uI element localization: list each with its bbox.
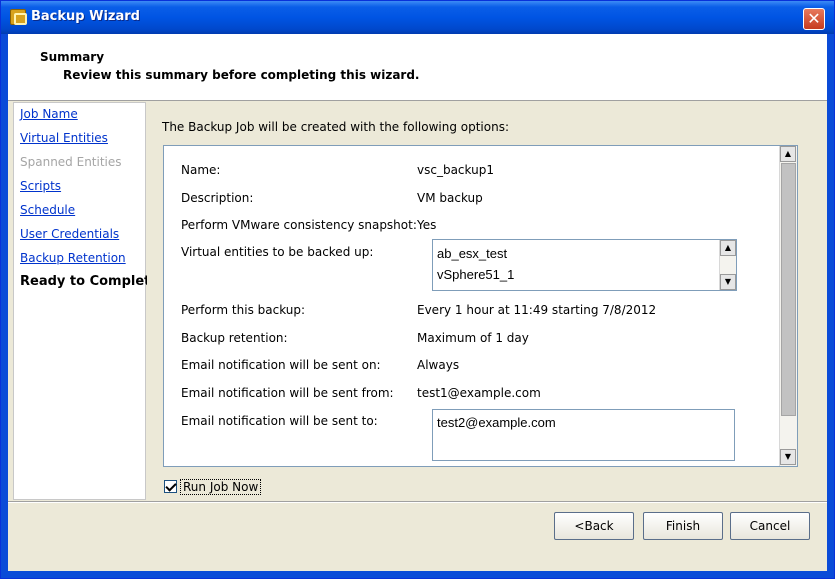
title-bar[interactable]: Backup Wizard ✕ <box>1 1 834 34</box>
email-from-label: Email notification will be sent from: <box>181 386 394 400</box>
nav-item-spanned-entities: Spanned Entities <box>20 155 122 169</box>
email-to-field[interactable]: test2@example.com <box>432 409 735 461</box>
entities-scrollbar[interactable]: ▲ ▼ <box>719 240 736 290</box>
wizard-header: Summary Review this summary before compl… <box>8 34 827 101</box>
window-title: Backup Wizard <box>31 9 140 24</box>
virtual-entities-list[interactable]: ab_esx_test vSphere51_1 ▲ ▼ <box>432 239 737 291</box>
nav-item-backup-retention[interactable]: Backup Retention <box>20 251 126 265</box>
description-value: VM backup <box>417 191 483 205</box>
name-value: vsc_backup1 <box>417 163 494 177</box>
retention-value: Maximum of 1 day <box>417 331 529 345</box>
wizard-steps-nav: Job Name Virtual Entities Spanned Entiti… <box>13 102 159 500</box>
email-on-value: Always <box>417 358 460 372</box>
close-button[interactable]: ✕ <box>803 8 825 30</box>
close-icon: ✕ <box>807 9 821 28</box>
perform-backup-label: Perform this backup: <box>181 303 306 317</box>
backup-wizard-window: Backup Wizard ✕ Summary Review this summ… <box>0 0 835 579</box>
scroll-down-icon[interactable]: ▼ <box>780 449 796 465</box>
finish-button[interactable]: Finish <box>643 512 723 540</box>
nav-item-scripts[interactable]: Scripts <box>20 179 61 193</box>
app-icon <box>10 9 27 25</box>
scroll-down-icon[interactable]: ▼ <box>720 274 736 290</box>
run-job-now-checkbox[interactable]: Run Job Now <box>164 479 262 495</box>
email-to-label: Email notification will be sent to: <box>181 414 378 428</box>
snapshot-value: Yes <box>417 218 437 232</box>
snapshot-label: Perform VMware consistency snapshot: <box>181 218 417 232</box>
scroll-up-icon[interactable]: ▲ <box>720 240 736 256</box>
list-item[interactable]: vSphere51_1 <box>437 267 514 282</box>
retention-label: Backup retention: <box>181 331 288 345</box>
checkbox-checked-icon[interactable] <box>164 480 177 493</box>
summary-intro: The Backup Job will be created with the … <box>162 120 509 134</box>
window-frame-right <box>827 34 834 578</box>
list-item[interactable]: ab_esx_test <box>437 246 507 261</box>
nav-item-user-credentials[interactable]: User Credentials <box>20 227 119 241</box>
perform-backup-value: Every 1 hour at 11:49 starting 7/8/2012 <box>417 303 657 317</box>
window-frame-bottom <box>1 570 834 578</box>
back-button[interactable]: <Back <box>554 512 634 540</box>
scrollbar-thumb[interactable] <box>781 163 796 416</box>
summary-scrollbar[interactable]: ▲ ▼ <box>779 146 797 466</box>
nav-item-virtual-entities[interactable]: Virtual Entities <box>20 131 108 145</box>
page-title: Summary <box>40 50 105 64</box>
email-on-label: Email notification will be sent on: <box>181 358 381 372</box>
page-subtitle: Review this summary before completing th… <box>63 68 420 82</box>
wizard-footer: <Back Finish Cancel <box>8 503 827 571</box>
virtual-entities-label: Virtual entities to be backed up: <box>181 245 374 259</box>
email-to-value: test2@example.com <box>437 415 556 430</box>
summary-panel: Name: vsc_backup1 Description: VM backup… <box>163 145 798 467</box>
run-job-now-label[interactable]: Run Job Now <box>180 479 262 495</box>
window-frame-left <box>1 34 8 578</box>
nav-item-ready-to-complete: Ready to Complete <box>20 274 160 289</box>
nav-item-schedule[interactable]: Schedule <box>20 203 75 217</box>
name-label: Name: <box>181 163 221 177</box>
summary-content: The Backup Job will be created with the … <box>147 102 827 500</box>
email-from-value: test1@example.com <box>417 386 541 400</box>
nav-item-job-name[interactable]: Job Name <box>20 107 78 121</box>
description-label: Description: <box>181 191 254 205</box>
scroll-up-icon[interactable]: ▲ <box>780 146 796 162</box>
cancel-button[interactable]: Cancel <box>730 512 810 540</box>
